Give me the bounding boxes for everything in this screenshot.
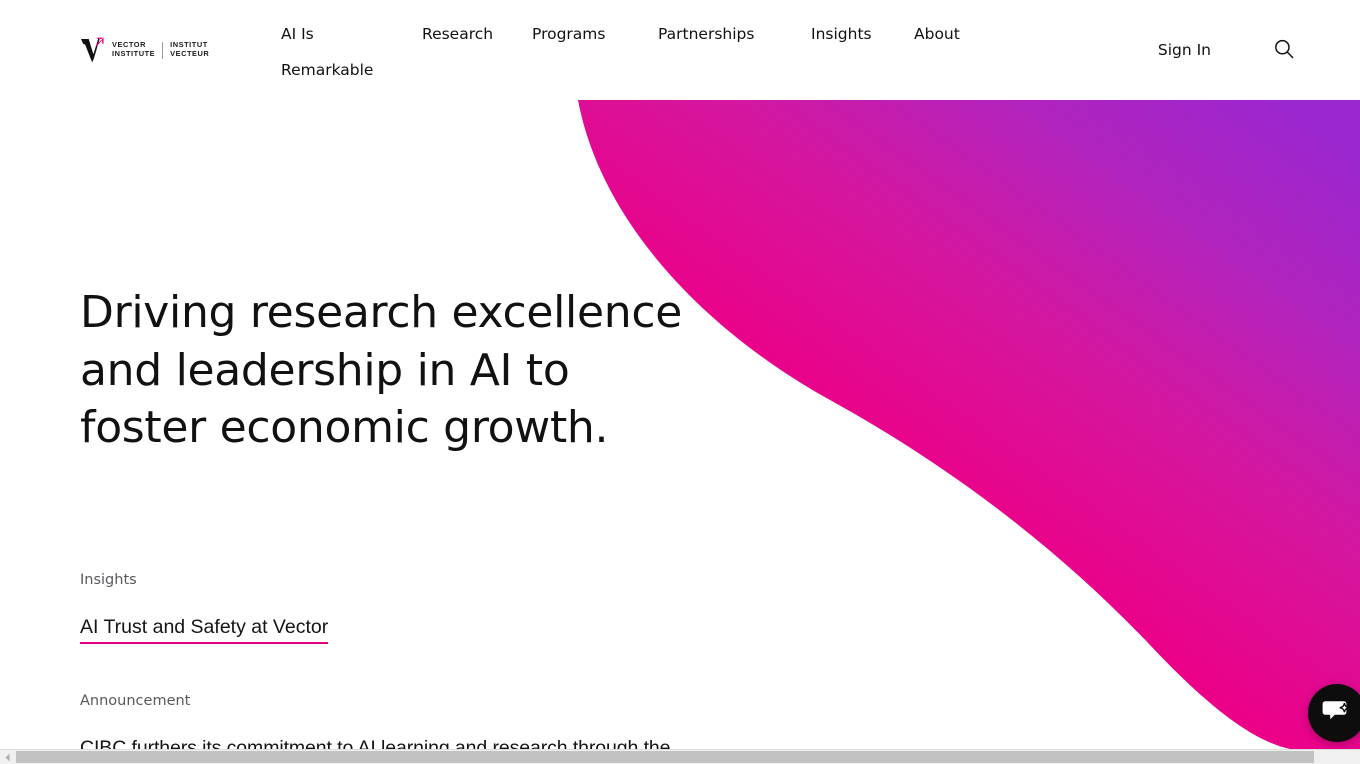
scroll-thumb[interactable]	[16, 751, 1314, 763]
main-navigation: AI Is Remarkable Research Programs Partn…	[265, 16, 1005, 88]
feature-eyebrow-announcement: Announcement	[80, 693, 191, 709]
page-root: VECTOR INSTITUTE INSTITUT VECTEUR AI Is …	[0, 0, 1360, 764]
hero-feature-insights: Insights AI Trust and Safety at Vector	[80, 570, 329, 644]
sign-in-link[interactable]: Sign In	[1158, 36, 1211, 64]
site-header: VECTOR INSTITUTE INSTITUT VECTEUR AI Is …	[0, 0, 1360, 100]
nav-item-insights[interactable]: Insights	[779, 16, 882, 52]
vector-v-arrow-icon	[80, 36, 106, 64]
chat-sparkle-icon	[1322, 697, 1352, 730]
logo-wordmark: VECTOR INSTITUTE INSTITUT VECTEUR	[112, 41, 209, 59]
vector-institute-logo[interactable]: VECTOR INSTITUTE INSTITUT VECTEUR	[80, 34, 209, 66]
search-icon	[1273, 38, 1295, 63]
horizontal-scrollbar[interactable]	[0, 749, 1360, 764]
chat-widget-button[interactable]	[1308, 684, 1360, 742]
logo-wordmark-en: VECTOR INSTITUTE	[112, 41, 155, 58]
logo-divider	[162, 41, 164, 59]
nav-item-partnerships[interactable]: Partnerships	[632, 16, 779, 52]
header-actions: Sign In	[1158, 36, 1297, 64]
hero-heading: Driving research excellence and leadersh…	[80, 287, 682, 453]
nav-item-ai-is-remarkable[interactable]: AI Is Remarkable	[265, 16, 388, 88]
nav-item-programs[interactable]: Programs	[508, 16, 632, 52]
feature-eyebrow-insights: Insights	[80, 572, 137, 588]
nav-item-about[interactable]: About	[882, 16, 982, 52]
scroll-left-arrow-icon[interactable]	[0, 750, 15, 764]
logo-wordmark-fr: INSTITUT VECTEUR	[170, 41, 209, 58]
logo-line-vecteur: VECTEUR	[170, 49, 210, 58]
nav-item-research[interactable]: Research	[388, 16, 508, 52]
feature-link-ai-trust-and-safety[interactable]: AI Trust and Safety at Vector	[80, 614, 329, 644]
logo-line-institute: INSTITUTE	[112, 49, 156, 58]
search-button[interactable]	[1271, 37, 1297, 63]
